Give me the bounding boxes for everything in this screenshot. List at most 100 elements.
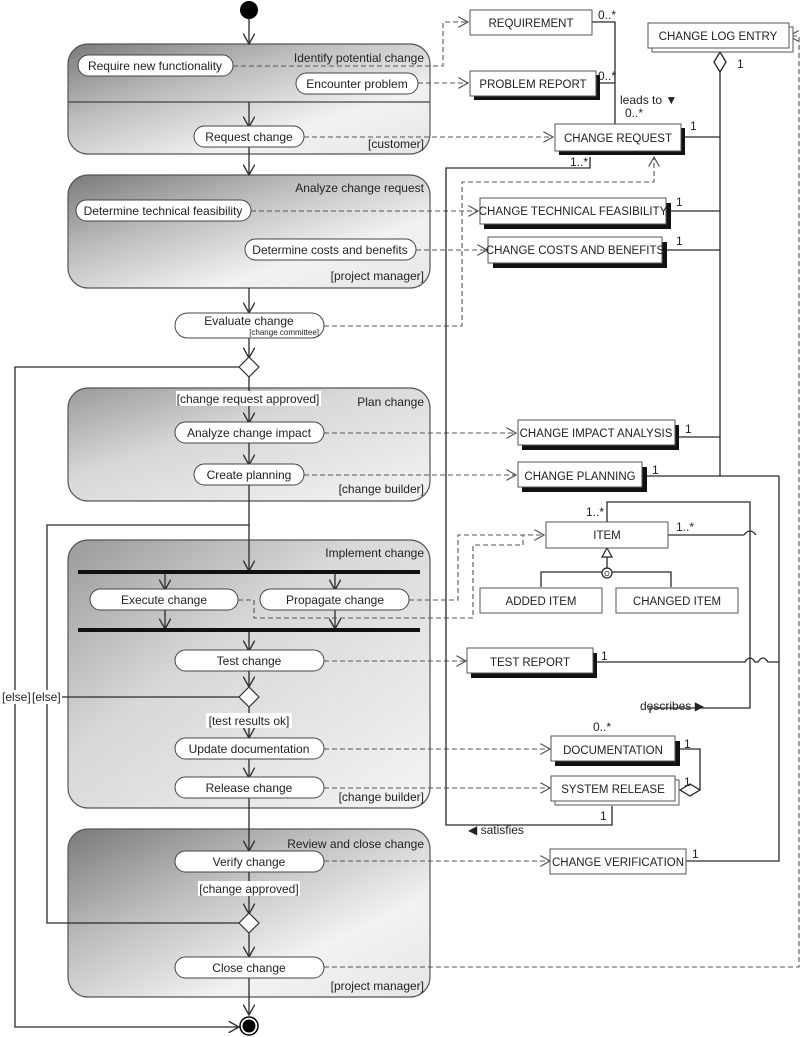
- class-change-log-entry[interactable]: CHANGE LOG ENTRY: [647, 22, 794, 53]
- svg-text:Request change: Request change: [205, 130, 293, 144]
- guard-change-approved: [change approved]: [199, 882, 298, 896]
- svg-text:Update documentation: Update documentation: [189, 742, 310, 756]
- activity-close-change[interactable]: Close change: [174, 956, 325, 979]
- class-added-item[interactable]: ADDED ITEM: [479, 587, 603, 614]
- class-change-planning[interactable]: CHANGE PLANNING: [517, 461, 647, 492]
- multiplicity: 1..*: [676, 520, 694, 534]
- multiplicity: 1: [684, 737, 691, 751]
- partition-analyze: Analyze change request [project manager]: [67, 174, 431, 289]
- svg-text:Determine costs and benefits: Determine costs and benefits: [252, 243, 407, 257]
- guard-else-outer: [else]: [2, 690, 31, 704]
- multiplicity: 1: [690, 119, 697, 133]
- svg-text:CHANGE IMPACT ANALYSIS: CHANGE IMPACT ANALYSIS: [520, 428, 673, 440]
- multiplicity: 1: [685, 422, 692, 436]
- guard-test-results-ok: [test results ok]: [209, 714, 290, 728]
- svg-text:PROBLEM REPORT: PROBLEM REPORT: [479, 79, 586, 91]
- svg-text:TEST REPORT: TEST REPORT: [490, 657, 570, 669]
- fork-bar: [78, 570, 420, 574]
- class-change-request[interactable]: CHANGE REQUEST: [554, 123, 685, 155]
- activity-evaluate-change[interactable]: Evaluate change [change committee]: [174, 312, 325, 339]
- svg-text:Propagate change: Propagate change: [286, 593, 384, 607]
- partition-role: [change builder]: [339, 790, 424, 804]
- partition-role: [project manager]: [331, 269, 424, 283]
- final-node: [239, 1016, 259, 1036]
- partition-title: Identify potential change: [294, 51, 424, 65]
- activity-propagate-change[interactable]: Propagate change: [259, 588, 410, 611]
- class-item[interactable]: ITEM: [545, 521, 669, 549]
- multiplicity: 0..*: [598, 8, 616, 22]
- class-documentation[interactable]: DOCUMENTATION: [550, 735, 680, 766]
- activity-execute-change[interactable]: Execute change: [89, 588, 239, 611]
- join-bar: [78, 628, 420, 632]
- svg-text:Verify change: Verify change: [213, 855, 286, 869]
- svg-text:Determine technical feasibilit: Determine technical feasibility: [84, 204, 243, 218]
- svg-text:CHANGE LOG ENTRY: CHANGE LOG ENTRY: [659, 31, 778, 43]
- svg-text:Analyze change impact: Analyze change impact: [187, 426, 312, 440]
- activity-update-documentation[interactable]: Update documentation: [174, 737, 325, 760]
- svg-text:CHANGE REQUEST: CHANGE REQUEST: [564, 133, 672, 145]
- association-describes: describes ▶: [640, 699, 705, 713]
- class-system-release[interactable]: SYSTEM RELEASE: [550, 775, 680, 806]
- class-change-costs-and-benefits[interactable]: CHANGE COSTS AND BENEFITS: [486, 236, 667, 268]
- multiplicity: 1..*: [570, 155, 588, 169]
- class-change-verification[interactable]: CHANGE VERIFICATION: [549, 848, 687, 875]
- generalization-set-marker-icon: O: [601, 567, 613, 579]
- partition-role: [change builder]: [339, 482, 424, 496]
- svg-text:Create planning: Create planning: [207, 468, 292, 482]
- activity-request-change[interactable]: Request change: [193, 125, 305, 148]
- class-changed-item[interactable]: CHANGED ITEM: [615, 587, 739, 614]
- evaluate-change-role: [change committee]: [249, 328, 319, 337]
- aggregation-diamond-icon: [713, 50, 727, 74]
- partition-title: Analyze change request: [295, 181, 424, 195]
- svg-text:Encounter problem: Encounter problem: [306, 77, 407, 91]
- class-problem-report[interactable]: PROBLEM REPORT: [469, 70, 600, 100]
- svg-text:CHANGE VERIFICATION: CHANGE VERIFICATION: [552, 857, 684, 869]
- decision-node: [238, 356, 260, 378]
- svg-text:SYSTEM RELEASE: SYSTEM RELEASE: [561, 784, 665, 796]
- activity-release-change[interactable]: Release change: [174, 776, 325, 799]
- activity-test-change[interactable]: Test change: [174, 649, 325, 672]
- initial-node: [240, 1, 258, 19]
- activity-verify-change[interactable]: Verify change: [174, 850, 325, 873]
- class-requirement[interactable]: REQUIREMENT: [469, 9, 593, 36]
- multiplicity: 0..*: [598, 69, 616, 83]
- multiplicity: 1: [676, 195, 683, 209]
- partition-role: [customer]: [368, 137, 424, 151]
- association-satisfies: ◀ satisfies: [468, 823, 524, 837]
- class-change-technical-feasibility[interactable]: CHANGE TECHNICAL FEASIBILITY: [479, 197, 671, 229]
- multiplicity: 1: [600, 809, 607, 823]
- association-leads-to: leads to ▼: [620, 93, 677, 107]
- svg-text:Test change: Test change: [217, 654, 282, 668]
- svg-text:CHANGE COSTS AND BENEFITS: CHANGE COSTS AND BENEFITS: [486, 245, 665, 257]
- multiplicity: 0..*: [625, 106, 643, 120]
- svg-text:Execute change: Execute change: [121, 593, 207, 607]
- svg-text:CHANGE PLANNING: CHANGE PLANNING: [524, 471, 635, 483]
- svg-text:O: O: [604, 571, 610, 578]
- multiplicity: 1: [601, 649, 608, 663]
- svg-text:Release change: Release change: [206, 781, 293, 795]
- svg-text:Close change: Close change: [212, 961, 286, 975]
- activity-create-planning[interactable]: Create planning: [193, 463, 305, 486]
- partition-title: Plan change: [357, 395, 424, 409]
- class-test-report[interactable]: TEST REPORT: [466, 647, 597, 678]
- multiplicity: 1: [676, 234, 683, 248]
- multiplicity: 1: [684, 775, 691, 789]
- activity-analyze-change-impact[interactable]: Analyze change impact: [174, 421, 325, 444]
- multiplicity: 0..*: [593, 720, 611, 734]
- svg-text:REQUIREMENT: REQUIREMENT: [489, 18, 574, 30]
- activity-determine-technical-feasibility[interactable]: Determine technical feasibility: [75, 199, 252, 222]
- activity-encounter-problem[interactable]: Encounter problem: [295, 72, 419, 95]
- multiplicity: 1: [652, 463, 659, 477]
- guard-else-inner: [else]: [32, 690, 61, 704]
- guard-change-request-approved: [change request approved]: [177, 392, 320, 406]
- class-change-impact-analysis[interactable]: CHANGE IMPACT ANALYSIS: [517, 419, 679, 450]
- svg-text:Evaluate change: Evaluate change: [204, 314, 294, 328]
- activity-determine-costs-and-benefits[interactable]: Determine costs and benefits: [244, 238, 417, 261]
- activity-require-new-functionality[interactable]: Require new functionality: [77, 54, 234, 77]
- partition-title: Review and close change: [287, 837, 424, 851]
- multiplicity: 1: [692, 847, 699, 861]
- change-management-diagram: Identify potential change [customer] Ana…: [0, 1, 800, 1036]
- svg-text:DOCUMENTATION: DOCUMENTATION: [563, 745, 663, 757]
- multiplicity: 1..*: [586, 505, 604, 519]
- svg-text:CHANGE TECHNICAL FEASIBILITY: CHANGE TECHNICAL FEASIBILITY: [479, 206, 668, 218]
